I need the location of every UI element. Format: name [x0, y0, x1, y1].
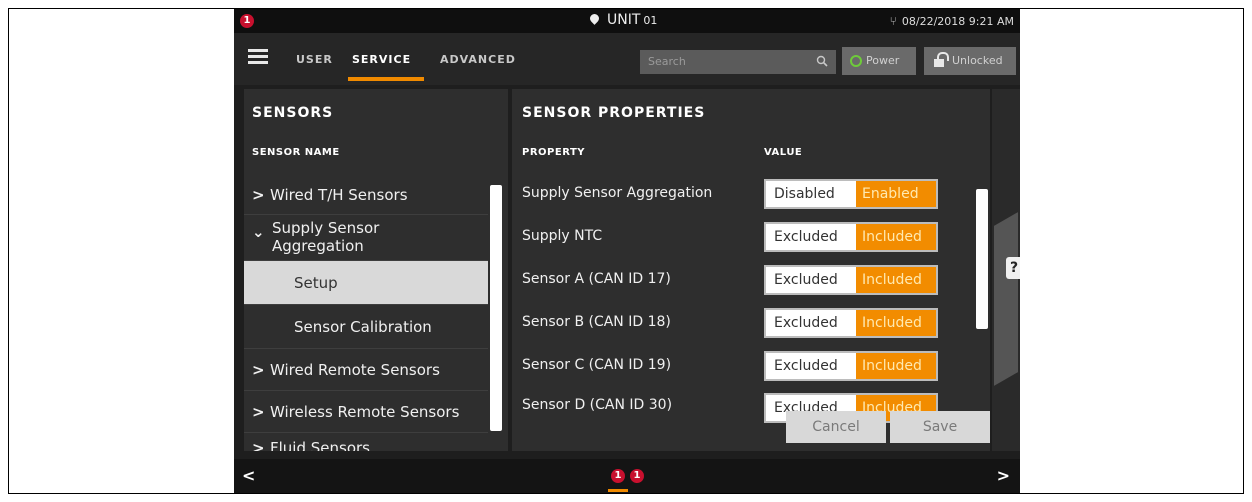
- toggle-on-option[interactable]: Included: [856, 224, 936, 250]
- controller-display: 1 UNIT 01 ⑂ 08/22/2018 9:21 AM USER SERVIC…: [234, 9, 1020, 493]
- unit-indicator: UNIT 01: [588, 12, 658, 28]
- list-item-label: Wireless Remote Sensors: [270, 403, 460, 421]
- lock-button[interactable]: Unlocked: [924, 47, 1016, 75]
- usb-icon: ⑂: [889, 14, 897, 28]
- list-item-label: Setup: [294, 274, 338, 292]
- tab-user[interactable]: USER: [296, 53, 333, 66]
- toggle-on-option[interactable]: Included: [856, 267, 936, 293]
- menu-icon[interactable]: [248, 49, 268, 65]
- property-column-header: PROPERTY: [522, 147, 586, 158]
- sensors-scrollbar[interactable]: [490, 185, 502, 431]
- sensors-panel: SENSORS SENSOR NAME > Wired T/H Sensors ⌄…: [244, 89, 508, 451]
- page-indicator: [608, 489, 628, 492]
- list-item-label: Sensor Calibration: [294, 318, 432, 336]
- power-icon: [850, 55, 862, 67]
- sensor-b-toggle[interactable]: Excluded Included: [764, 308, 938, 338]
- chevron-right-icon: >: [252, 439, 265, 451]
- help-icon[interactable]: ?: [1006, 257, 1020, 279]
- sidebar-item-wired-th[interactable]: > Wired T/H Sensors: [244, 173, 488, 215]
- supply-ntc-toggle[interactable]: Excluded Included: [764, 222, 938, 252]
- lock-label: Unlocked: [952, 54, 1003, 67]
- bottom-bar: < 1 1 >: [234, 459, 1020, 493]
- location-pin-icon: [588, 12, 601, 25]
- property-name: Sensor A (CAN ID 17): [522, 271, 671, 287]
- aggregation-toggle[interactable]: Disabled Enabled: [764, 179, 938, 209]
- chevron-down-icon: ⌄: [252, 223, 265, 241]
- datetime-display: ⑂ 08/22/2018 9:21 AM: [890, 14, 1014, 28]
- search-icon[interactable]: [816, 55, 828, 67]
- property-name: Sensor D (CAN ID 30): [522, 397, 673, 413]
- chevron-right-icon: >: [252, 403, 265, 421]
- search-placeholder: Search: [648, 55, 686, 68]
- list-item-label: Fluid Sensors: [270, 439, 370, 451]
- sidebar-item-wireless-remote[interactable]: > Wireless Remote Sensors: [244, 391, 488, 433]
- property-row: Sensor A (CAN ID 17) Excluded Included: [512, 259, 982, 302]
- toggle-on-option[interactable]: Included: [856, 310, 936, 336]
- toggle-off-option[interactable]: Excluded: [766, 267, 856, 293]
- toggle-off-option[interactable]: Disabled: [766, 181, 856, 207]
- properties-title: SENSOR PROPERTIES: [522, 105, 706, 121]
- power-label: Power: [866, 54, 900, 67]
- alert-icon[interactable]: 1: [611, 469, 625, 483]
- sidebar-item-wired-remote[interactable]: > Wired Remote Sensors: [244, 349, 488, 391]
- sensor-a-toggle[interactable]: Excluded Included: [764, 265, 938, 295]
- search-input[interactable]: Search: [640, 50, 836, 74]
- sensor-properties-panel: SENSOR PROPERTIES PROPERTY VALUE Supply …: [512, 89, 990, 451]
- toggle-off-option[interactable]: Excluded: [766, 353, 856, 379]
- unit-number: 01: [643, 14, 658, 27]
- unlock-icon: [934, 52, 949, 67]
- list-item-label: Supply Sensor Aggregation: [272, 219, 380, 255]
- active-tab-indicator: [348, 77, 424, 81]
- toggle-on-option[interactable]: Enabled: [856, 181, 936, 207]
- chevron-right-icon: >: [252, 186, 265, 204]
- sensor-c-toggle[interactable]: Excluded Included: [764, 351, 938, 381]
- alert-icon[interactable]: 1: [240, 14, 254, 28]
- sensor-name-header: SENSOR NAME: [252, 147, 340, 158]
- property-name: Supply Sensor Aggregation: [522, 185, 713, 201]
- tab-advanced[interactable]: ADVANCED: [440, 53, 516, 66]
- sidebar-item-fluid[interactable]: > Fluid Sensors: [244, 439, 488, 451]
- property-row: Sensor C (CAN ID 19) Excluded Included: [512, 345, 982, 388]
- alert-icon[interactable]: 1: [630, 469, 644, 483]
- property-row: Supply Sensor Aggregation Disabled Enabl…: [512, 173, 982, 216]
- value-column-header: VALUE: [764, 147, 803, 158]
- chevron-left-icon[interactable]: <: [242, 466, 255, 485]
- chevron-right-icon[interactable]: >: [997, 466, 1010, 485]
- list-item-label: Wired Remote Sensors: [270, 361, 440, 379]
- power-button[interactable]: Power: [842, 47, 916, 75]
- properties-scrollbar[interactable]: [976, 189, 988, 329]
- datetime-text: 08/22/2018 9:21 AM: [901, 15, 1014, 28]
- property-name: Sensor B (CAN ID 18): [522, 314, 671, 330]
- list-item-label: Wired T/H Sensors: [270, 186, 408, 204]
- status-bar: 1 UNIT 01 ⑂ 08/22/2018 9:21 AM: [234, 9, 1020, 33]
- cancel-button[interactable]: Cancel: [786, 411, 886, 443]
- sidebar-item-setup[interactable]: Setup: [244, 261, 488, 305]
- save-button[interactable]: Save: [890, 411, 990, 443]
- chevron-right-icon: >: [252, 361, 265, 379]
- unit-label: UNIT: [607, 12, 641, 28]
- toggle-on-option[interactable]: Included: [856, 353, 936, 379]
- property-row: Sensor B (CAN ID 18) Excluded Included: [512, 302, 982, 345]
- tab-service[interactable]: SERVICE: [352, 53, 411, 66]
- sidebar-item-sensor-calibration[interactable]: Sensor Calibration: [244, 305, 488, 349]
- sensors-title: SENSORS: [252, 105, 334, 121]
- toggle-off-option[interactable]: Excluded: [766, 310, 856, 336]
- property-name: Sensor C (CAN ID 19): [522, 357, 672, 373]
- property-row: Supply NTC Excluded Included: [512, 216, 982, 259]
- top-nav: USER SERVICE ADVANCED Search Power Unloc…: [234, 33, 1020, 85]
- property-name: Supply NTC: [522, 228, 603, 244]
- toggle-off-option[interactable]: Excluded: [766, 224, 856, 250]
- sidebar-item-supply-aggregation[interactable]: ⌄ Supply Sensor Aggregation: [244, 215, 488, 261]
